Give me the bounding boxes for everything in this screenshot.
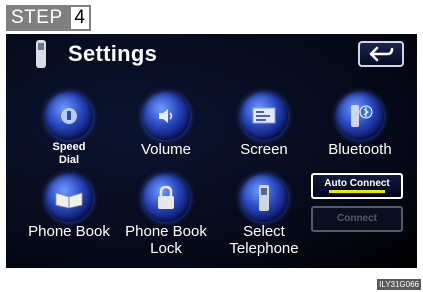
lock-icon [142, 174, 190, 222]
phone-book-lock-label-line1: Phone Book [125, 223, 207, 240]
phone-book-lock-button[interactable]: Phone Book Lock [121, 174, 211, 256]
bluetooth-icon [336, 92, 384, 140]
phone-book-button[interactable]: Phone Book [24, 174, 114, 239]
volume-button[interactable]: Volume [121, 92, 211, 157]
step-label: STEP [6, 5, 69, 31]
phone-icon [36, 40, 46, 68]
book-icon [45, 174, 93, 222]
screen-label: Screen [240, 141, 288, 158]
step-indicator: STEP 4 [6, 5, 91, 31]
phone-book-label: Phone Book [28, 223, 110, 240]
figure-code: ILY31G066 [377, 279, 421, 290]
header: Settings [34, 40, 157, 68]
select-telephone-button[interactable]: Select Telephone [219, 174, 309, 256]
page-title: Settings [68, 41, 158, 66]
connect-label: Connect [337, 213, 377, 224]
connect-button[interactable]: Connect [311, 206, 403, 232]
speed-dial-button[interactable]: Speed Dial [24, 92, 114, 166]
screen-button[interactable]: Screen [219, 92, 309, 157]
select-telephone-label-line1: Select [243, 223, 285, 240]
bluetooth-label: Bluetooth [328, 141, 392, 158]
auto-connect-label: Auto Connect [324, 178, 390, 189]
back-button[interactable] [358, 41, 404, 67]
bluetooth-button[interactable]: Bluetooth [315, 92, 405, 157]
screen-icon [240, 92, 288, 140]
cell-phone-icon [240, 174, 288, 222]
speed-dial-icon [45, 92, 93, 140]
back-arrow-icon [369, 46, 394, 62]
auto-connect-button[interactable]: Auto Connect [311, 173, 403, 199]
volume-label: Volume [140, 141, 192, 158]
step-number: 4 [68, 5, 91, 31]
auto-connect-indicator [329, 190, 385, 193]
phone-book-lock-label-line2: Lock [150, 240, 182, 257]
settings-screen: Settings Speed Dial Volume Screen Blueto… [6, 34, 417, 268]
select-telephone-label-line2: Telephone [229, 240, 299, 257]
speaker-icon [142, 92, 190, 140]
speed-dial-label-line2: Dial [58, 154, 80, 166]
speed-dial-label-line1: Speed [52, 141, 86, 153]
